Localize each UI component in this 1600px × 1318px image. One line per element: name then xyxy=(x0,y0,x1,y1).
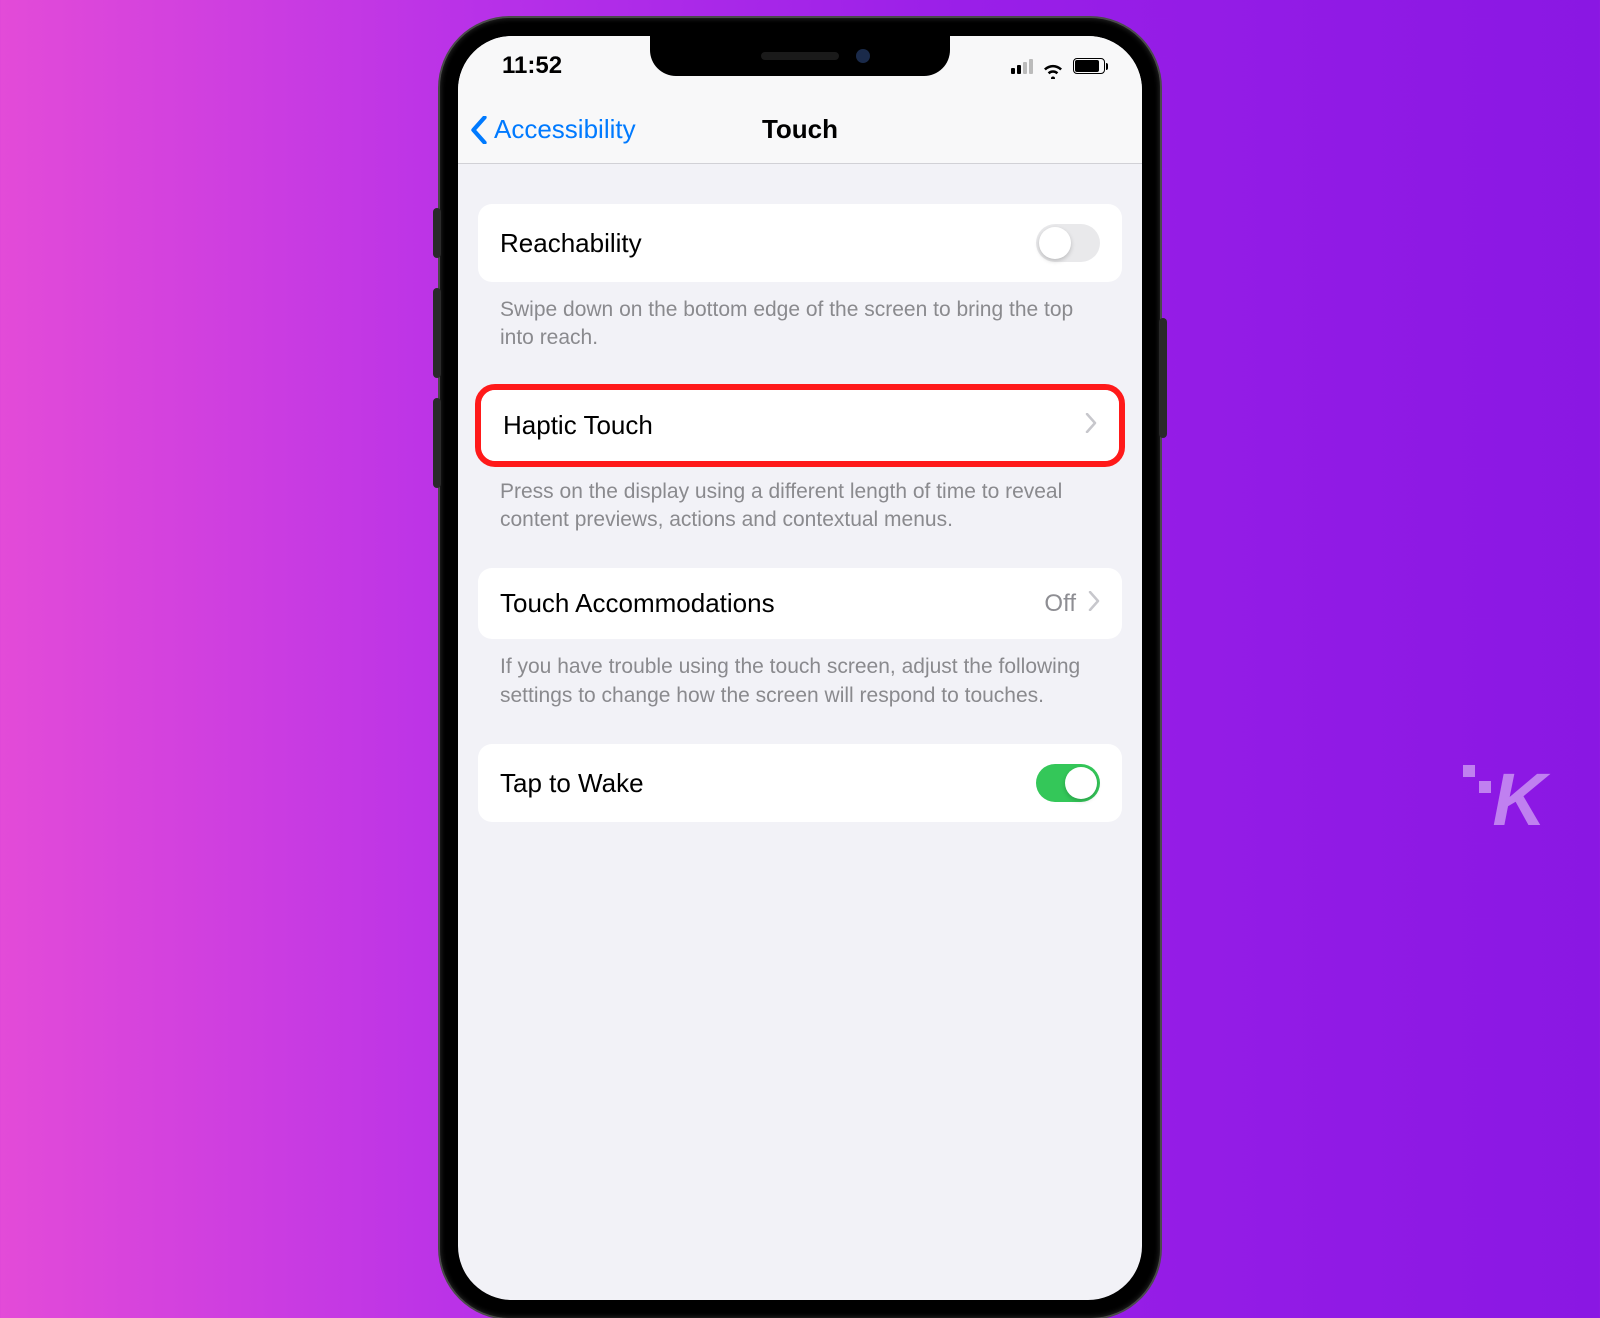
phone-screen: 11:52 Accessibility Touch xyxy=(458,36,1142,1300)
settings-list: Reachability Swipe down on the bottom ed… xyxy=(458,164,1142,822)
cellular-signal-icon xyxy=(1011,58,1033,74)
highlight-annotation: Haptic Touch xyxy=(475,384,1125,467)
setting-tap-to-wake[interactable]: Tap to Wake xyxy=(478,744,1122,822)
setting-haptic-touch[interactable]: Haptic Touch xyxy=(481,390,1119,461)
setting-label: Reachability xyxy=(500,228,642,259)
setting-reachability[interactable]: Reachability xyxy=(478,204,1122,282)
navigation-bar: Accessibility Touch xyxy=(458,96,1142,164)
setting-label: Haptic Touch xyxy=(503,410,653,441)
mute-switch xyxy=(433,208,441,258)
watermark-logo: K xyxy=(1493,757,1544,842)
page-title: Touch xyxy=(762,114,838,145)
wifi-icon xyxy=(1042,58,1064,74)
chevron-right-icon xyxy=(1088,591,1100,616)
status-time: 11:52 xyxy=(488,52,562,80)
back-button[interactable]: Accessibility xyxy=(458,114,636,145)
battery-icon xyxy=(1073,58,1108,74)
volume-up-button xyxy=(433,288,441,378)
power-button xyxy=(1159,318,1167,438)
back-label: Accessibility xyxy=(494,114,636,145)
setting-label: Tap to Wake xyxy=(500,768,644,799)
reachability-toggle[interactable] xyxy=(1036,224,1100,262)
haptic-touch-footer: Press on the display using a different l… xyxy=(478,464,1122,569)
tap-to-wake-toggle[interactable] xyxy=(1036,764,1100,802)
notch xyxy=(650,36,950,76)
chevron-left-icon xyxy=(470,116,488,144)
chevron-right-icon xyxy=(1085,413,1097,438)
setting-label: Touch Accommodations xyxy=(500,588,775,619)
setting-value: Off xyxy=(1044,590,1076,618)
touch-accommodations-footer: If you have trouble using the touch scre… xyxy=(478,639,1122,744)
phone-frame: 11:52 Accessibility Touch xyxy=(440,18,1160,1318)
reachability-footer: Swipe down on the bottom edge of the scr… xyxy=(478,282,1122,387)
volume-down-button xyxy=(433,398,441,488)
setting-touch-accommodations[interactable]: Touch Accommodations Off xyxy=(478,568,1122,639)
